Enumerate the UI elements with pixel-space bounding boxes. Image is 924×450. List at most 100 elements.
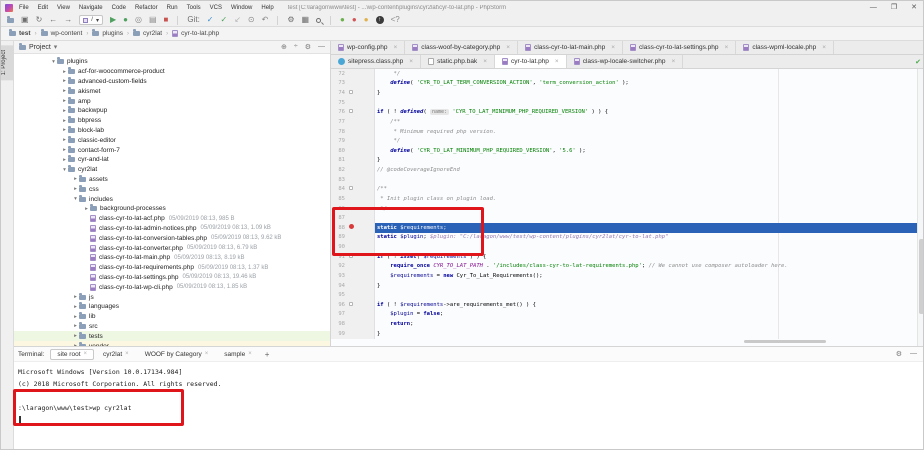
menu-code[interactable]: Code: [112, 5, 126, 11]
menu-view[interactable]: View: [57, 5, 70, 11]
tree-item-classic-editor[interactable]: ▸ classic-editor: [14, 135, 330, 145]
tree-item-class-cyr-to-lat-wp-cli.php[interactable]: class-cyr-to-lat-wp-cli.php 05/09/2019 08…: [14, 282, 330, 292]
vcs-rollback-icon[interactable]: ↶: [262, 14, 269, 26]
tree-item-languages[interactable]: ▸ languages: [14, 302, 330, 312]
back-icon[interactable]: ←: [49, 14, 57, 26]
close-icon[interactable]: ×: [84, 351, 88, 357]
tree-item-tests[interactable]: ▸ tests: [14, 331, 330, 342]
breakpoint-icon[interactable]: [345, 224, 357, 231]
chevron-collapsed-icon[interactable]: ▸: [61, 78, 68, 84]
tree-item-src[interactable]: ▸ src: [14, 321, 330, 332]
close-icon[interactable]: ×: [822, 44, 826, 51]
fold-icon[interactable]: [345, 301, 357, 308]
close-button[interactable]: ✕: [911, 1, 917, 14]
chevron-collapsed-icon[interactable]: ▸: [61, 127, 68, 133]
code-editor[interactable]: 72 */73 define( 'CYR_TO_LAT_TERM_CONVERS…: [331, 69, 923, 346]
tree-item-advanced-custom-fields[interactable]: ▸ advanced-custom-fields: [14, 76, 330, 87]
hide-panel-icon[interactable]: —: [910, 350, 917, 358]
search-icon[interactable]: [316, 17, 322, 23]
fold-icon[interactable]: [345, 109, 357, 115]
chevron-collapsed-icon[interactable]: ▸: [72, 186, 79, 192]
debug-icon[interactable]: ●: [123, 14, 128, 26]
plugin-icon-yellow[interactable]: ●: [364, 14, 369, 26]
close-icon[interactable]: ×: [555, 58, 559, 65]
close-icon[interactable]: ×: [393, 44, 397, 51]
gear-icon[interactable]: ⚙: [896, 350, 902, 358]
close-icon[interactable]: ×: [506, 44, 510, 51]
tree-item-akismet[interactable]: ▸ akismet: [14, 86, 330, 96]
tree-item-class-cyr-to-lat-settings.php[interactable]: class-cyr-to-lat-settings.php 05/09/2019 …: [14, 273, 330, 283]
chevron-expanded-icon[interactable]: ▾: [72, 196, 79, 202]
close-icon[interactable]: ×: [483, 58, 487, 65]
plugin-icon-red[interactable]: ●: [352, 14, 357, 26]
maximize-button[interactable]: ❐: [891, 1, 897, 14]
tree-item-class-cyr-to-lat-main.php[interactable]: class-cyr-to-lat-main.php 05/09/2019 08:1…: [14, 253, 330, 263]
tree-item-cyr-and-lat[interactable]: ▸ cyr-and-lat: [14, 155, 330, 165]
chevron-collapsed-icon[interactable]: ▸: [61, 137, 68, 143]
close-icon[interactable]: ×: [125, 351, 129, 357]
vertical-scrollbar[interactable]: [919, 239, 923, 314]
close-icon[interactable]: ×: [409, 58, 413, 65]
locate-icon[interactable]: ⊕: [281, 43, 287, 51]
menu-tools[interactable]: Tools: [187, 5, 201, 11]
vcs-history-icon[interactable]: ⊙: [248, 14, 255, 26]
chevron-collapsed-icon[interactable]: ▸: [61, 98, 68, 104]
chevron-collapsed-icon[interactable]: ▸: [72, 333, 79, 339]
structure-icon[interactable]: ▦: [301, 14, 309, 26]
phpstorm-update-icon[interactable]: ↑: [375, 16, 384, 24]
tree-item-contact-form-7[interactable]: ▸ contact-form-7: [14, 145, 330, 155]
run-configuration-select[interactable]: / ▾: [79, 15, 103, 25]
tree-item-class-cyr-to-lat-converter.php[interactable]: class-cyr-to-lat-converter.php 05/09/2019…: [14, 243, 330, 253]
fold-icon[interactable]: [345, 90, 357, 96]
close-icon[interactable]: ×: [611, 44, 615, 51]
plugin-icon-green[interactable]: ●: [340, 14, 345, 26]
terminal-tab-cyr2lat[interactable]: cyr2lat ×: [96, 349, 136, 360]
collapse-all-icon[interactable]: ÷: [294, 43, 298, 51]
close-icon[interactable]: ×: [725, 44, 729, 51]
fold-icon[interactable]: [345, 186, 357, 192]
tree-item-amp[interactable]: ▸ amp: [14, 96, 330, 106]
breadcrumb-item-cyr2lat[interactable]: cyr2lat: [132, 29, 162, 37]
breadcrumb-item-cyr-to-lat.php[interactable]: cyr-to-lat.php: [172, 30, 219, 37]
stop-icon[interactable]: ■: [164, 14, 169, 26]
menu-edit[interactable]: Edit: [38, 5, 48, 11]
vcs-update-icon[interactable]: ✓: [207, 14, 214, 26]
chevron-collapsed-icon[interactable]: ▸: [61, 147, 68, 153]
tree-item-class-cyr-to-lat-conversion-tables.php[interactable]: class-cyr-to-lat-conversion-tables.php 05…: [14, 233, 330, 243]
editor-tab-sitepress.class.php[interactable]: sitepress.class.php ×: [331, 55, 422, 68]
tree-item-class-cyr-to-lat-admin-notices.php[interactable]: class-cyr-to-lat-admin-notices.php 05/09/…: [14, 224, 330, 234]
editor-tab-wp-config.php[interactable]: wp-config.php ×: [331, 41, 406, 54]
hide-panel-icon[interactable]: —: [318, 43, 325, 51]
close-icon[interactable]: ×: [205, 351, 209, 357]
menu-help[interactable]: Help: [261, 5, 273, 11]
menu-window[interactable]: Window: [231, 5, 252, 11]
tree-item-lib[interactable]: ▸ lib: [14, 312, 330, 322]
chevron-collapsed-icon[interactable]: ▸: [72, 294, 79, 300]
project-tool-window-tab[interactable]: 1: Project: [1, 45, 14, 81]
breadcrumb-item-plugins[interactable]: plugins: [92, 29, 123, 37]
new-terminal-tab-button[interactable]: +: [265, 350, 270, 359]
vcs-commit-icon[interactable]: ✓: [221, 14, 228, 26]
editor-tab-class-woof-by-category.php[interactable]: class-woof-by-category.php ×: [405, 41, 519, 54]
menu-run[interactable]: Run: [167, 5, 178, 11]
editor-tab-static.php.bak[interactable]: static.php.bak ×: [421, 55, 495, 68]
menu-vcs[interactable]: VCS: [210, 5, 222, 11]
vcs-diff-icon[interactable]: ↙: [234, 14, 241, 26]
terminal-tab-WOOF by Category[interactable]: WOOF by Category ×: [138, 349, 216, 360]
tree-item-acf-for-woocommerce-product[interactable]: ▸ acf-for-woocommerce-product: [14, 67, 330, 77]
editor-tab-class-cyr-to-lat-settings.php[interactable]: class-cyr-to-lat-settings.php ×: [623, 41, 737, 54]
chevron-collapsed-icon[interactable]: ▸: [72, 323, 79, 329]
chevron-collapsed-icon[interactable]: ▸: [61, 118, 68, 124]
horizontal-scrollbar[interactable]: [744, 340, 826, 343]
tree-item-js[interactable]: ▸ js: [14, 292, 330, 302]
chevron-expanded-icon[interactable]: ▾: [61, 167, 68, 173]
close-icon[interactable]: ×: [671, 58, 675, 65]
chevron-expanded-icon[interactable]: ▾: [50, 59, 57, 65]
minimize-button[interactable]: —: [870, 1, 877, 14]
profiler-icon[interactable]: ▤: [149, 14, 157, 26]
terminal-tab-site root[interactable]: site root ×: [50, 348, 95, 360]
tree-item-background-processes[interactable]: ▸ background-processes: [14, 204, 330, 214]
terminal-output[interactable]: Microsoft Windows [Version 10.0.17134.98…: [14, 362, 923, 426]
close-icon[interactable]: ×: [248, 351, 252, 357]
menu-navigate[interactable]: Navigate: [79, 5, 103, 11]
